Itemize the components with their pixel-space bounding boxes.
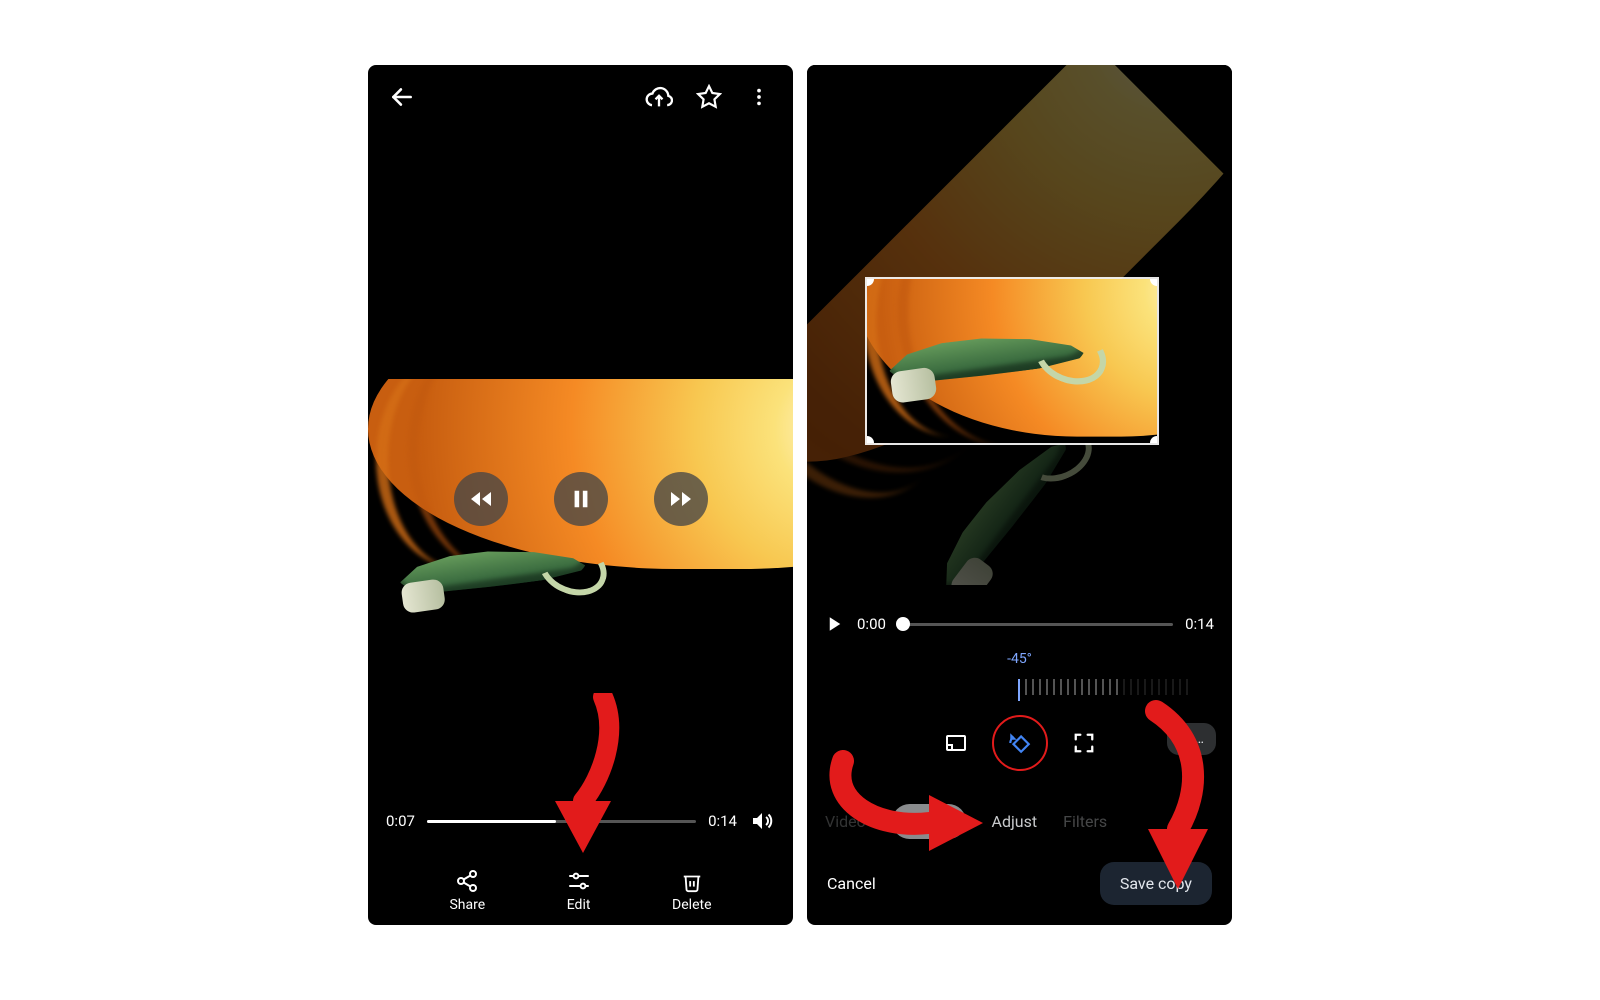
forward-button[interactable] [654, 472, 708, 526]
crop-handle-bl[interactable] [867, 436, 874, 443]
reset-label: Re… [1179, 731, 1204, 747]
favorite-button[interactable] [693, 81, 725, 113]
rotate-button[interactable] [1006, 729, 1034, 757]
rewind-icon [469, 487, 493, 511]
delete-label: Delete [672, 897, 711, 913]
edit-button[interactable]: Edit [567, 869, 591, 913]
editor-footer: Cancel Save copy [807, 859, 1232, 907]
scrubber-progress [427, 820, 556, 823]
time-total: 0:14 [708, 812, 737, 830]
rotate-ccw-icon [1007, 730, 1033, 756]
arrow-left-icon [389, 84, 415, 110]
crop-handle-br[interactable] [1150, 436, 1157, 443]
editor-time-current: 0:00 [857, 615, 886, 633]
more-vert-icon [748, 86, 770, 108]
editor-track[interactable] [898, 623, 1173, 626]
reset-button[interactable]: Re… [1167, 723, 1216, 755]
cloud-upload-icon [645, 83, 673, 111]
cancel-button[interactable]: Cancel [827, 874, 876, 893]
play-icon [826, 615, 844, 633]
rewind-button[interactable] [454, 472, 508, 526]
cloud-upload-button[interactable] [643, 81, 675, 113]
share-icon [455, 869, 479, 893]
edit-label: Edit [567, 897, 591, 913]
editor-tab-row: Video Crop Adjust Filters [807, 797, 1232, 845]
expand-crop-button[interactable] [1070, 729, 1098, 757]
editor-scrubber[interactable]: 0:00 0:14 [825, 610, 1214, 638]
delete-button[interactable]: Delete [672, 871, 711, 913]
fast-forward-icon [669, 487, 693, 511]
star-outline-icon [696, 84, 722, 110]
rotation-angle-label: -45° [807, 651, 1232, 667]
overflow-menu-button[interactable] [743, 81, 775, 113]
trash-icon [681, 871, 703, 893]
pause-icon [570, 488, 592, 510]
tab-adjust[interactable]: Adjust [992, 812, 1038, 831]
playback-controls [368, 472, 793, 526]
video-scrubber[interactable]: 0:07 0:14 [386, 807, 775, 835]
phone-right-editor: 0:00 0:14 -45° [807, 65, 1232, 925]
share-label: Share [449, 897, 485, 913]
tab-video[interactable]: Video [825, 812, 866, 831]
aspect-ratio-icon [944, 731, 968, 755]
volume-button[interactable] [749, 808, 775, 834]
tab-crop[interactable]: Crop [892, 804, 966, 839]
screenshot-pair: 0:07 0:14 Share Edit Delete [365, 65, 1235, 935]
aspect-ratio-button[interactable] [942, 729, 970, 757]
volume-up-icon [750, 809, 774, 833]
crop-canvas[interactable] [807, 65, 1232, 585]
back-button[interactable] [386, 81, 418, 113]
time-current: 0:07 [386, 812, 415, 830]
pause-button[interactable] [554, 472, 608, 526]
video-preview[interactable] [368, 379, 793, 619]
scrubber-track[interactable] [427, 820, 696, 823]
save-copy-button[interactable]: Save copy [1100, 862, 1212, 905]
crop-frame[interactable] [867, 279, 1157, 443]
phone-left-viewer: 0:07 0:14 Share Edit Delete [368, 65, 793, 925]
editor-time-total: 0:14 [1185, 615, 1214, 633]
top-bar [368, 65, 793, 129]
bottom-action-bar: Share Edit Delete [368, 855, 793, 913]
share-button[interactable]: Share [449, 869, 485, 913]
editor-scrubber-thumb[interactable] [896, 617, 910, 631]
tab-filters[interactable]: Filters [1063, 812, 1107, 831]
fullscreen-icon [1073, 732, 1095, 754]
rotation-angle-ruler[interactable] [1018, 673, 1188, 701]
tune-icon [567, 869, 591, 893]
play-button[interactable] [825, 608, 845, 640]
